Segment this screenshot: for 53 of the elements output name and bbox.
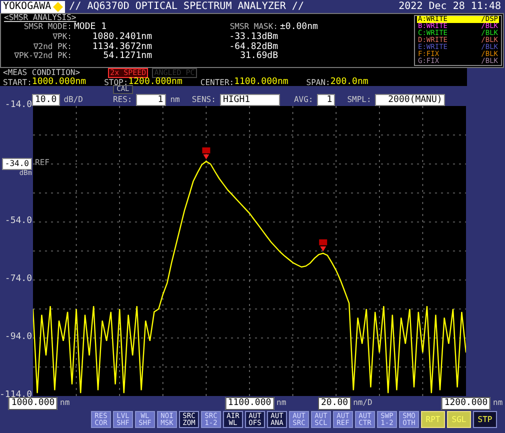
- field-value: 31.69dB: [239, 52, 278, 62]
- field-label: SENS:: [192, 96, 216, 104]
- scale-value-field[interactable]: 20.00: [318, 396, 352, 410]
- axis-label: -94.0: [4, 333, 32, 343]
- section-title: <SMSR ANALYSIS>: [4, 14, 78, 22]
- reference-level-field[interactable]: -34.0: [2, 158, 32, 170]
- field-value: -64.82dBm: [228, 42, 278, 52]
- sensitivity-field[interactable]: HIGH1: [220, 94, 280, 106]
- scale-field[interactable]: 10.0: [32, 94, 60, 106]
- field-value: 1080.2401nm: [91, 32, 152, 42]
- axis-label: -14.0: [4, 101, 32, 111]
- peak-marker-icon: [202, 147, 210, 160]
- field-value: -33.13dBm: [228, 32, 278, 42]
- peak-marker-icon: [319, 239, 328, 252]
- axis-label: -74.0: [4, 275, 32, 285]
- unit-label: dB/D: [64, 96, 83, 104]
- scale-value-field[interactable]: 1000.000: [8, 397, 58, 410]
- field-value: 54.1271nm: [102, 52, 152, 62]
- unit-label: nm: [276, 399, 286, 408]
- sampling-field[interactable]: 2000(MANU): [375, 94, 446, 106]
- window-title: // AQ6370D OPTICAL SPECTRUM ANALYZER //: [69, 1, 305, 12]
- unit-label: nm: [60, 399, 70, 408]
- field-value: 1200.000nm: [128, 78, 182, 87]
- field-label: ∇PK:: [52, 32, 72, 43]
- date-time: 2022 Dec 28 11:48: [398, 1, 501, 12]
- reference-label: REF: [35, 159, 50, 168]
- average-field[interactable]: 1: [317, 94, 336, 106]
- field-value: ±0.00nm: [280, 22, 319, 33]
- field-label: START:: [3, 79, 32, 88]
- field-label: ∇PK-∇2nd PK:: [13, 52, 72, 62]
- unit-label: nm/D: [353, 398, 372, 408]
- field-value: 1000.000nm: [32, 78, 86, 88]
- brand-logo: YOKOGAWA: [3, 1, 52, 12]
- unit-label: nm: [170, 96, 180, 104]
- scale-value-field[interactable]: 1100.000: [224, 397, 274, 410]
- scale-value-field[interactable]: 1200.000: [441, 397, 491, 410]
- section-title: <MEAS CONDITION>: [3, 68, 80, 77]
- field-label: AVG:: [294, 96, 314, 104]
- field-value: MODE 1: [74, 22, 108, 32]
- unit-label: nm: [493, 399, 503, 408]
- field-value: 200.0nm: [330, 78, 368, 88]
- axis-label: -54.0: [4, 217, 32, 227]
- field-label: SMPL:: [347, 96, 372, 104]
- field-value: 1100.000nm: [234, 78, 288, 88]
- field-label: RES:: [112, 96, 132, 104]
- field-label: CENTER:: [200, 79, 234, 88]
- field-label: SMSR MODE:: [22, 22, 72, 33]
- softkey-button[interactable]: STP: [473, 411, 497, 428]
- field-value: 1134.3672nm: [91, 42, 152, 52]
- resolution-field[interactable]: 1: [136, 94, 166, 106]
- field-label: ∇2nd PK:: [32, 42, 72, 52]
- field-label: SMSR MASK:: [228, 22, 278, 32]
- field-label: SPAN:: [306, 79, 330, 88]
